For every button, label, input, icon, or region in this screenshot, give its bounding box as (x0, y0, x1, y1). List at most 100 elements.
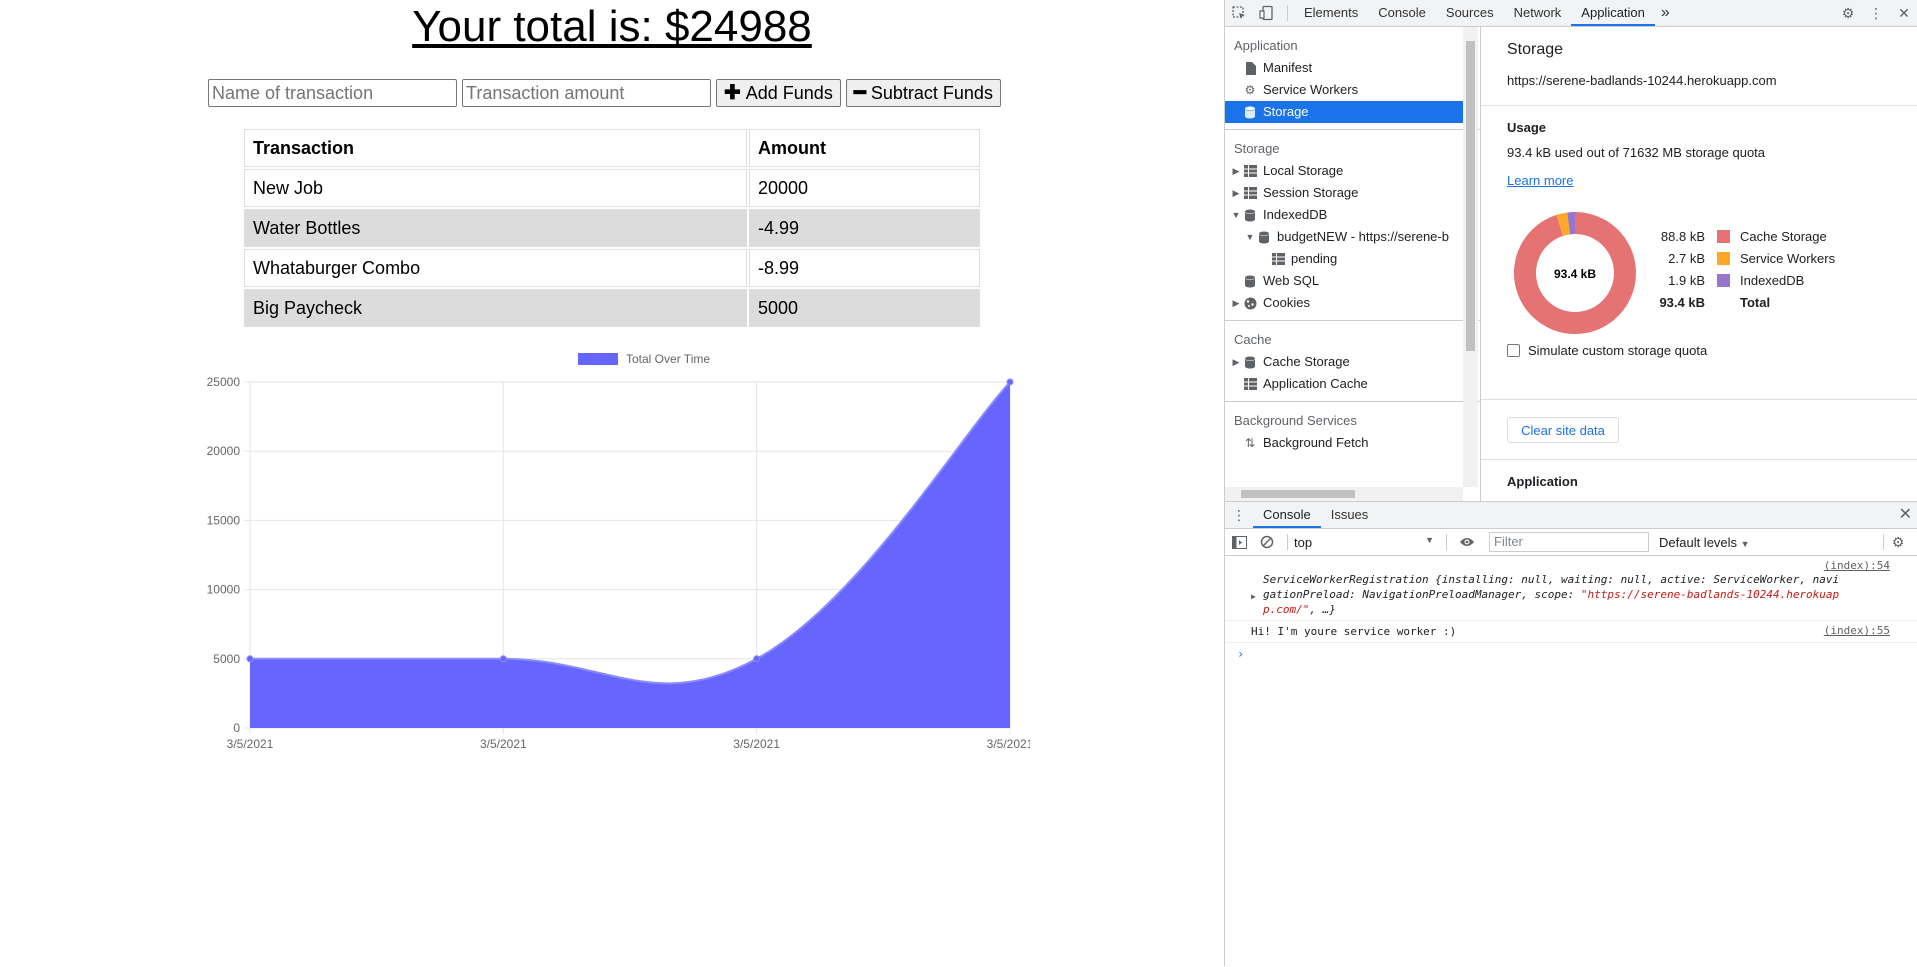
scrollbar-thumb[interactable] (1241, 490, 1355, 498)
more-options-icon[interactable]: ⋮ (1862, 0, 1890, 26)
scrollbar-thumb[interactable] (1466, 41, 1475, 351)
simulate-quota-label: Simulate custom storage quota (1528, 343, 1707, 358)
header-amount: Amount (749, 129, 980, 167)
sidebar-item-label: pending (1291, 248, 1337, 270)
drawer-tab-issues[interactable]: Issues (1321, 502, 1379, 528)
device-toolbar-icon[interactable] (1253, 0, 1281, 26)
expand-arrow-icon[interactable]: ▶ (1229, 292, 1243, 314)
legend-swatch (1717, 230, 1730, 243)
sidebar-item-cookies[interactable]: ▶ Cookies (1225, 292, 1480, 314)
tab-sources[interactable]: Sources (1436, 0, 1504, 26)
database-icon (1243, 105, 1257, 119)
divider (1481, 459, 1917, 460)
simulate-quota-checkbox[interactable] (1507, 344, 1520, 357)
transaction-form: ✚ Add Funds ━ Subtract Funds (208, 79, 1001, 107)
sidebar-horizontal-scrollbar[interactable] (1225, 487, 1463, 501)
sidebar-divider (1225, 129, 1480, 130)
tab-console[interactable]: Console (1368, 0, 1436, 26)
console-toolbar: top ▼ Filter Default levels ▼ ⚙ (1225, 529, 1917, 556)
close-drawer-icon[interactable]: ✕ (1899, 504, 1912, 524)
sidebar-item-local-storage[interactable]: ▶ Local Storage (1225, 160, 1480, 182)
sidebar-vertical-scrollbar[interactable] (1463, 27, 1478, 487)
row-name: Water Bottles (244, 209, 747, 247)
console-message[interactable]: (index):55 Hi! I'm youre service worker … (1225, 621, 1917, 643)
sidebar-item-pending-store[interactable]: pending (1225, 248, 1480, 270)
log-levels-dropdown[interactable]: Default levels ▼ (1659, 535, 1750, 550)
usage-header: Usage (1481, 106, 1917, 135)
sidebar-item-budget-db[interactable]: ▼ budgetNEW - https://serene-b (1225, 226, 1480, 248)
console-settings-gear-icon[interactable]: ⚙ (1884, 529, 1912, 555)
expand-arrow-icon[interactable]: ▶ (1229, 160, 1243, 182)
inspect-element-icon[interactable] (1225, 0, 1253, 26)
console-filter-input[interactable]: Filter (1489, 532, 1649, 552)
sidebar-item-background-fetch[interactable]: ⇅ Background Fetch (1225, 432, 1480, 454)
legend-row-indexeddb: 1.9 kB IndexedDB (1653, 269, 1835, 291)
message-source-link[interactable]: (index):55 (1824, 623, 1890, 638)
settings-gear-icon[interactable]: ⚙ (1834, 0, 1862, 26)
sidebar-item-label: Background Fetch (1263, 432, 1369, 454)
table-grid-icon (1271, 252, 1285, 266)
toolbar-separator (1446, 534, 1447, 550)
sidebar-item-label: Cookies (1263, 292, 1310, 314)
sidebar-item-storage[interactable]: Storage (1225, 101, 1463, 123)
context-select[interactable]: top ▼ (1294, 535, 1440, 550)
console-message[interactable]: (index):54 ServiceWorkerRegistration {in… (1225, 556, 1917, 621)
subtract-funds-button[interactable]: ━ Subtract Funds (846, 79, 1001, 107)
tab-network[interactable]: Network (1504, 0, 1572, 26)
clear-site-data-button[interactable]: Clear site data (1507, 417, 1619, 443)
drawer-menu-icon[interactable]: ⋮ (1225, 502, 1253, 528)
show-sidebar-icon[interactable] (1225, 529, 1253, 555)
table-grid-icon (1243, 377, 1257, 391)
expand-arrow-icon[interactable]: ▶ (1229, 182, 1243, 204)
expand-arrow-icon[interactable]: ▶ (1229, 351, 1243, 373)
table-grid-icon (1243, 186, 1257, 200)
learn-more-link[interactable]: Learn more (1481, 160, 1917, 188)
sidebar-item-label: Application Cache (1263, 373, 1368, 395)
legend-swatch (578, 353, 618, 365)
legend-label: Cache Storage (1740, 229, 1827, 244)
context-select-value: top (1294, 535, 1312, 550)
sidebar-item-label: IndexedDB (1263, 204, 1327, 226)
tab-application[interactable]: Application (1571, 0, 1655, 26)
legend-swatch (1717, 252, 1730, 265)
close-devtools-icon[interactable]: ✕ (1890, 0, 1917, 26)
plus-icon: ✚ (724, 83, 741, 103)
sidebar-item-service-workers[interactable]: ⚙ Service Workers (1225, 79, 1480, 101)
expand-object-icon[interactable]: ▶ (1251, 589, 1256, 604)
sidebar-item-web-sql[interactable]: Web SQL (1225, 270, 1480, 292)
y-tick-label: 5000 (213, 652, 240, 666)
transaction-name-input[interactable] (208, 79, 457, 107)
console-prompt-icon[interactable]: › (1225, 643, 1917, 665)
toolbar-separator (1287, 5, 1288, 21)
add-funds-label: Add Funds (746, 83, 833, 104)
sidebar-item-application-cache[interactable]: Application Cache (1225, 373, 1480, 395)
drawer-tab-console[interactable]: Console (1253, 502, 1321, 528)
collapse-arrow-icon[interactable]: ▼ (1243, 226, 1257, 248)
y-tick-label: 10000 (207, 583, 241, 597)
x-tick-label: 3/5/2021 (227, 737, 274, 750)
y-tick-label: 20000 (207, 444, 241, 458)
tab-elements[interactable]: Elements (1294, 0, 1368, 26)
transaction-amount-input[interactable] (462, 79, 711, 107)
sidebar-item-indexeddb[interactable]: ▼ IndexedDB (1225, 204, 1480, 226)
transaction-table: Transaction Amount New Job 20000 Water B… (242, 127, 982, 329)
data-point (500, 656, 506, 662)
add-funds-button[interactable]: ✚ Add Funds (716, 79, 841, 107)
x-tick-label: 3/5/2021 (480, 737, 527, 750)
sidebar-item-cache-storage[interactable]: ▶ Cache Storage (1225, 351, 1480, 373)
row-amount: 5000 (749, 289, 980, 327)
sidebar-item-manifest[interactable]: Manifest (1225, 57, 1480, 79)
sidebar-item-label: Cache Storage (1263, 351, 1350, 373)
simulate-quota-row[interactable]: Simulate custom storage quota (1507, 343, 1707, 358)
eye-icon[interactable] (1453, 529, 1481, 555)
database-icon (1243, 208, 1257, 222)
y-tick-label: 25000 (207, 375, 241, 389)
sidebar-item-label: Web SQL (1263, 270, 1319, 292)
clear-console-icon[interactable] (1253, 529, 1281, 555)
message-string: p.com/" (1263, 603, 1309, 616)
collapse-arrow-icon[interactable]: ▼ (1229, 204, 1243, 226)
legend-size: 1.9 kB (1653, 273, 1705, 288)
message-source-link[interactable]: (index):54 (1824, 558, 1890, 573)
sidebar-item-session-storage[interactable]: ▶ Session Storage (1225, 182, 1480, 204)
more-tabs-button[interactable]: » (1655, 0, 1676, 26)
